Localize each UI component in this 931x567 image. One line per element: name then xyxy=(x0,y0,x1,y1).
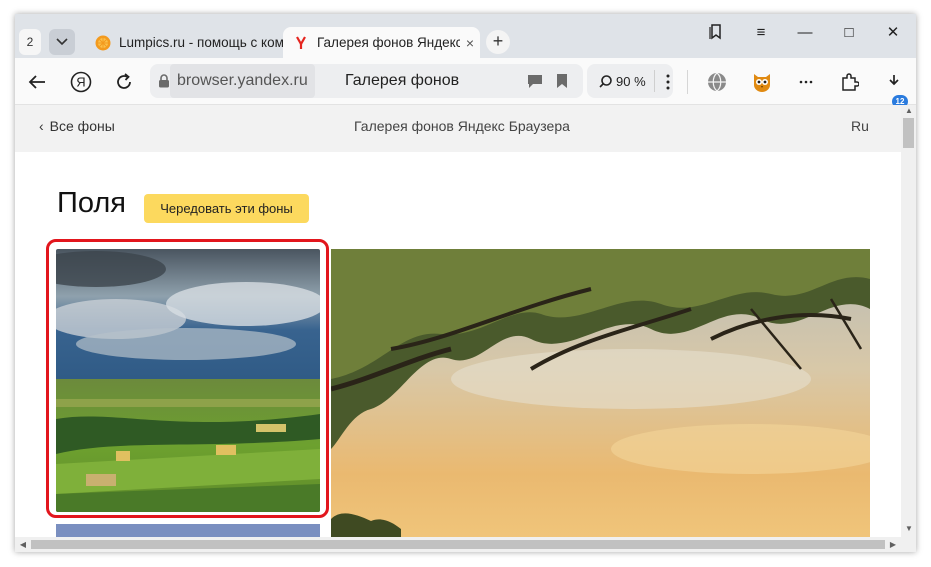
language-switch[interactable]: Ru xyxy=(851,105,869,147)
back-arrow-icon xyxy=(28,75,45,89)
minimize-button[interactable]: — xyxy=(793,20,817,44)
vpn-button[interactable] xyxy=(704,69,730,95)
next-background-thumbnail[interactable] xyxy=(56,524,320,537)
toolbar-divider xyxy=(687,70,688,94)
yandex-button[interactable]: Я xyxy=(68,69,94,95)
extensions-button[interactable] xyxy=(837,69,863,95)
new-tab-button[interactable]: + xyxy=(486,30,510,54)
page-menu-button[interactable] xyxy=(655,69,681,95)
page-content: ‹ Все фоны Галерея фонов Яндекс Браузера … xyxy=(15,105,901,537)
yandex-logo-icon: Я xyxy=(70,71,92,93)
downloads-icon xyxy=(889,75,899,86)
chevron-down-icon xyxy=(56,38,68,46)
menu-button[interactable]: ≡ xyxy=(749,20,773,44)
owl-extension-button[interactable] xyxy=(749,69,775,95)
gallery-header: ‹ Все фоны Галерея фонов Яндекс Браузера … xyxy=(15,105,901,152)
close-window-button[interactable]: ✕ xyxy=(881,20,905,44)
reload-icon xyxy=(117,73,131,89)
scroll-up-arrow-icon[interactable]: ▲ xyxy=(902,106,916,115)
toolbar: Я browser.yandex.ru Галерея фонов 90 % xyxy=(15,58,916,105)
browser-window: 2 Lumpics.ru - помощь с ком Галерея фоно… xyxy=(15,14,916,552)
maximize-button[interactable]: □ xyxy=(837,20,861,44)
address-domain[interactable]: browser.yandex.ru xyxy=(170,64,315,98)
horizontal-scroll-thumb[interactable] xyxy=(31,540,885,549)
address-bar[interactable]: browser.yandex.ru Галерея фонов xyxy=(150,64,583,98)
gallery-title: Галерея фонов Яндекс Браузера xyxy=(354,118,570,134)
more-extensions-button[interactable] xyxy=(793,69,819,95)
scroll-right-arrow-icon[interactable]: ▶ xyxy=(886,540,900,549)
vertical-scrollbar[interactable] xyxy=(901,105,916,537)
tree-sunset-image xyxy=(331,249,870,537)
all-backgrounds-link[interactable]: ‹ Все фоны xyxy=(39,105,115,147)
yandex-favicon-icon xyxy=(296,35,306,49)
reload-button[interactable] xyxy=(111,69,137,95)
svg-text:Я: Я xyxy=(76,75,85,90)
chevron-left-icon: ‹ xyxy=(39,118,44,134)
rotate-backgrounds-button[interactable]: Чередовать эти фоны xyxy=(144,194,309,223)
vertical-scroll-thumb[interactable] xyxy=(903,118,914,148)
tab-count-badge[interactable]: 2 xyxy=(19,29,41,55)
bookmark-icon[interactable] xyxy=(556,73,568,89)
scroll-down-arrow-icon[interactable]: ▼ xyxy=(902,524,916,533)
more-vertical-icon xyxy=(666,74,670,90)
magnifier-icon xyxy=(599,74,612,88)
lock-icon xyxy=(159,74,169,88)
lumpics-favicon-icon xyxy=(95,35,111,50)
tab-title: Lumpics.ru - помощь с ком xyxy=(119,35,284,50)
globe-icon xyxy=(708,72,726,92)
comment-icon[interactable] xyxy=(527,74,543,89)
back-button[interactable] xyxy=(24,69,50,95)
tab-title: Галерея фонов Яндекс xyxy=(317,35,460,50)
tab-gallery[interactable]: Галерея фонов Яндекс × xyxy=(283,27,480,58)
tab-lumpics[interactable]: Lumpics.ru - помощь с ком xyxy=(85,27,285,58)
all-backgrounds-label: Все фоны xyxy=(49,118,115,134)
scroll-left-arrow-icon[interactable]: ◀ xyxy=(16,540,30,549)
tab-strip: 2 Lumpics.ru - помощь с ком Галерея фоно… xyxy=(15,14,916,58)
extensions-icon xyxy=(842,73,859,91)
zoom-level: 90 % xyxy=(616,73,646,89)
owl-extension-icon xyxy=(754,74,770,92)
more-horizontal-icon xyxy=(799,80,813,84)
address-page-title[interactable]: Галерея фонов xyxy=(345,64,459,98)
tab-close-icon[interactable]: × xyxy=(460,35,480,51)
collections-icon xyxy=(709,24,721,40)
collections-button[interactable] xyxy=(704,20,728,44)
downloads-button[interactable] xyxy=(881,69,907,95)
selection-highlight xyxy=(46,239,329,518)
tree-sunset-background-image[interactable] xyxy=(331,249,870,537)
section-title: Поля xyxy=(57,187,126,219)
tab-list-button[interactable] xyxy=(49,29,75,55)
